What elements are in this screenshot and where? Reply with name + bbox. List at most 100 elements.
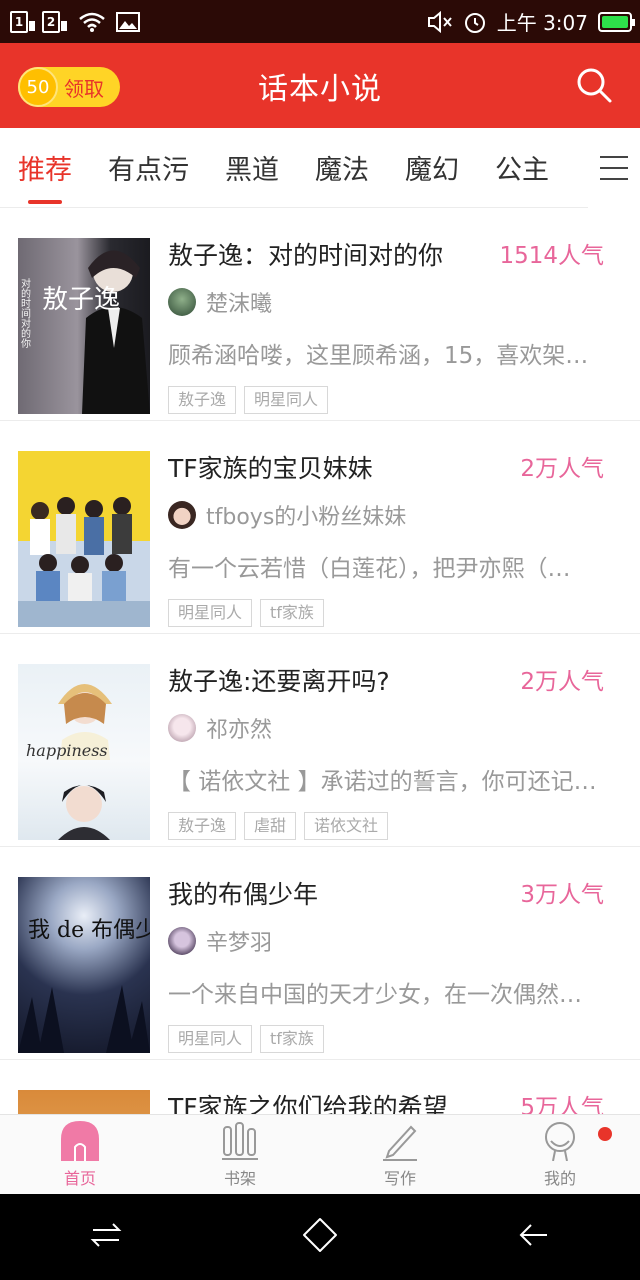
status-bar: 1 2 上午 3:07 <box>0 0 640 43</box>
profile-icon <box>545 1121 575 1161</box>
sim2-icon: 2 <box>42 10 67 33</box>
book-title[interactable]: 敖子逸：对的时间对的你 <box>168 236 443 272</box>
bottom-nav: 首页 书架 写作 我的 <box>0 1114 640 1194</box>
author[interactable]: 辛梦羽 <box>168 925 272 957</box>
sim1-icon: 1 <box>10 10 35 33</box>
list-item[interactable]: happiness 敖子逸:还要离开吗? 2万人气 祁亦然 【 诺依文社 】承诺… <box>0 634 640 847</box>
tag[interactable]: 敖子逸 <box>168 812 237 840</box>
tab-mohuan[interactable]: 魔幻 <box>405 128 459 208</box>
back-button[interactable] <box>517 1218 551 1256</box>
tag[interactable]: 诺依文社 <box>304 812 389 840</box>
cover-title-text: 敖子逸 <box>42 285 120 315</box>
popularity-count: 2万人气 <box>520 669 604 695</box>
author[interactable]: 祁亦然 <box>168 712 272 744</box>
book-description: 有一个云若惜（白莲花），把尹亦熙（… <box>168 556 571 582</box>
notification-badge <box>598 1127 612 1141</box>
list-item[interactable]: 我 de 布偶少年 我的布偶少年 3万人气 辛梦羽 一个来自中国的天才少女，在一… <box>0 847 640 1060</box>
tag[interactable]: 虐甜 <box>244 812 297 840</box>
book-cover: happiness <box>18 664 150 840</box>
tab-youdianwu[interactable]: 有点污 <box>108 128 189 208</box>
book-cover <box>18 1090 150 1114</box>
tag[interactable]: 明星同人 <box>244 386 329 414</box>
diamond-home-icon <box>302 1218 337 1252</box>
home-button[interactable] <box>302 1217 338 1257</box>
nav-bookshelf[interactable]: 书架 <box>160 1115 320 1194</box>
cover-title-text: happiness <box>26 741 108 760</box>
menu-icon <box>600 156 628 158</box>
tab-mofa[interactable]: 魔法 <box>315 128 369 208</box>
nav-label: 我的 <box>543 1168 576 1188</box>
switch-icon <box>90 1223 122 1247</box>
tag[interactable]: tf家族 <box>260 1025 324 1053</box>
tag[interactable]: tf家族 <box>260 599 324 627</box>
popularity-count: 5万人气 <box>520 1095 604 1114</box>
nav-label: 写作 <box>383 1168 416 1188</box>
page-title: 话本小说 <box>258 71 382 107</box>
avatar <box>168 927 196 955</box>
author-name: tfboys的小粉丝妹妹 <box>206 505 407 530</box>
tag[interactable]: 明星同人 <box>168 599 253 627</box>
nav-label: 首页 <box>63 1168 96 1188</box>
book-cover: 我 de 布偶少年 <box>18 877 150 1053</box>
cover-side-text: 对的时间对的你 <box>19 277 31 348</box>
book-cover: 敖子逸 对的时间对的你 <box>18 238 150 414</box>
book-description: 顾希涵哈喽，这里顾希涵，15，喜欢架… <box>168 343 589 369</box>
mute-icon <box>427 10 453 33</box>
author-name: 辛梦羽 <box>206 931 273 956</box>
avatar <box>168 288 196 316</box>
search-button[interactable] <box>574 65 614 105</box>
battery-icon <box>598 11 635 32</box>
back-arrow-icon <box>519 1224 547 1246</box>
alarm-icon <box>463 10 487 34</box>
tag[interactable]: 明星同人 <box>168 1025 253 1053</box>
book-description: 一个来自中国的天才少女，在一次偶然… <box>168 982 582 1008</box>
app-header: 50 领取 话本小说 <box>0 43 640 128</box>
pencil-icon <box>383 1125 417 1161</box>
system-nav-bar <box>0 1194 640 1280</box>
tag[interactable]: 敖子逸 <box>168 386 237 414</box>
clock-time: 上午 3:07 <box>496 11 588 35</box>
book-title[interactable]: 敖子逸:还要离开吗? <box>168 662 390 698</box>
nav-home[interactable]: 首页 <box>0 1115 160 1194</box>
book-cover <box>18 451 150 627</box>
popularity-count: 2万人气 <box>520 456 604 482</box>
wifi-icon <box>78 11 106 33</box>
home-icon <box>61 1120 99 1161</box>
tag-list: 明星同人 tf家族 <box>168 599 324 627</box>
book-title[interactable]: TF家族的宝贝妹妹 <box>168 449 373 485</box>
list-item[interactable]: 敖子逸 对的时间对的你 敖子逸：对的时间对的你 1514人气 楚沫曦 顾希涵哈喽… <box>0 208 640 421</box>
author[interactable]: 楚沫曦 <box>168 286 272 318</box>
book-title[interactable]: TF家族之你们给我的希望 <box>168 1088 448 1114</box>
search-icon <box>577 68 612 103</box>
avatar <box>168 501 196 529</box>
author[interactable]: tfboys的小粉丝妹妹 <box>168 499 406 531</box>
list-item[interactable]: TF家族之你们给我的希望 5万人气 <box>0 1060 640 1114</box>
category-menu-button[interactable] <box>588 128 640 208</box>
switch-apps-button[interactable] <box>89 1218 123 1256</box>
coin-icon: 50 <box>18 67 58 107</box>
popularity-count: 1514人气 <box>499 243 604 269</box>
bookshelf-icon <box>222 1121 258 1160</box>
nav-write[interactable]: 写作 <box>320 1115 480 1194</box>
author-name: 楚沫曦 <box>206 292 273 317</box>
coin-claim-button[interactable]: 50 领取 <box>18 67 120 107</box>
tab-heidao[interactable]: 黑道 <box>225 128 279 208</box>
book-title[interactable]: 我的布偶少年 <box>168 875 318 911</box>
status-left: 1 2 <box>10 10 140 33</box>
tab-recommend[interactable]: 推荐 <box>18 128 72 208</box>
nav-profile[interactable]: 我的 <box>480 1115 640 1194</box>
status-right: 上午 3:07 <box>427 7 635 36</box>
book-description: 【 诺依文社 】承诺过的誓言，你可还记… <box>168 769 597 795</box>
app-root: 1 2 上午 3:07 50 领取 话本小说 推荐 有点污 黑道 魔法 魔幻 公… <box>0 0 640 1280</box>
author-name: 祁亦然 <box>206 718 273 743</box>
popularity-count: 3万人气 <box>520 882 604 908</box>
book-list: 敖子逸 对的时间对的你 敖子逸：对的时间对的你 1514人气 楚沫曦 顾希涵哈喽… <box>0 208 640 1114</box>
tag-list: 敖子逸 虐甜 诺依文社 <box>168 812 389 840</box>
cover-title-text: 我 de 布偶少年 <box>28 918 150 943</box>
tag-list: 明星同人 tf家族 <box>168 1025 324 1053</box>
nav-label: 书架 <box>223 1168 256 1188</box>
list-item[interactable]: TF家族的宝贝妹妹 2万人气 tfboys的小粉丝妹妹 有一个云若惜（白莲花），… <box>0 421 640 634</box>
image-notification-icon <box>116 11 140 32</box>
tab-gongzhu[interactable]: 公主 <box>495 128 549 208</box>
avatar <box>168 714 196 742</box>
